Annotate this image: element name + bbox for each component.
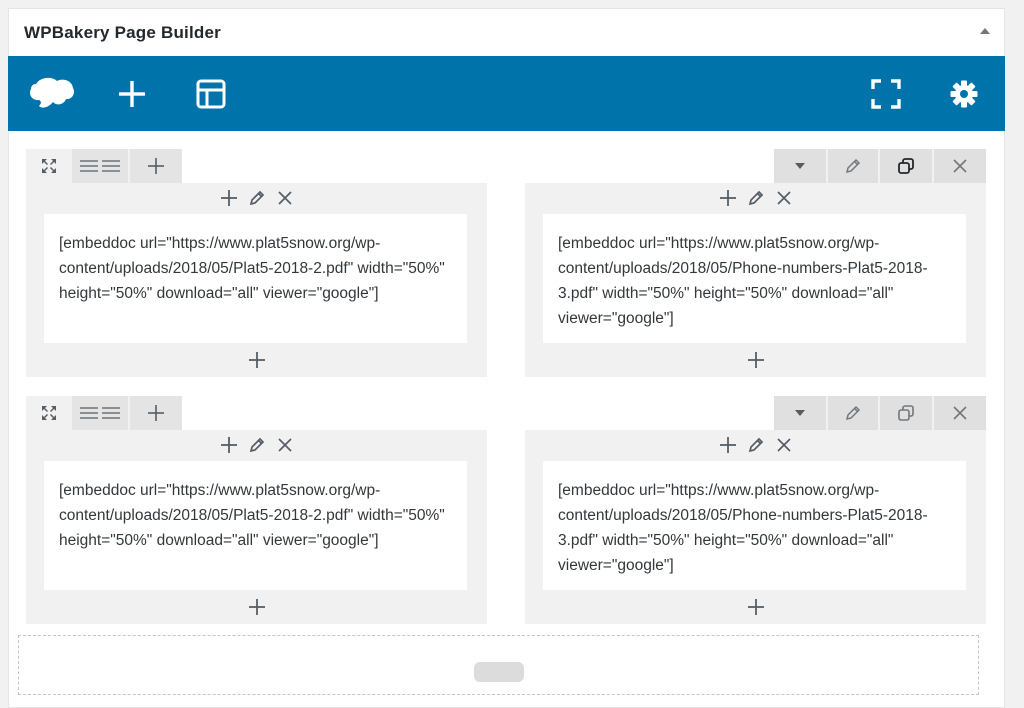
- add-element-icon[interactable]: [217, 433, 241, 457]
- embeddoc-shortcode-element[interactable]: [embeddoc url="https://www.plat5snow.org…: [543, 214, 966, 343]
- row-left-controls: [26, 396, 182, 430]
- row-delete-icon[interactable]: [934, 396, 986, 430]
- column-add-element: [525, 345, 986, 375]
- edit-pencil-icon[interactable]: [245, 186, 269, 210]
- templates-icon[interactable]: [191, 56, 231, 131]
- edit-pencil-icon[interactable]: [744, 186, 768, 210]
- column-add-element: [525, 592, 986, 622]
- edit-pencil-icon[interactable]: [245, 433, 269, 457]
- row-right-controls: [774, 149, 986, 183]
- edit-pencil-icon[interactable]: [744, 433, 768, 457]
- column-controls: [525, 183, 986, 213]
- column-1-2: [embeddoc url="https://www.plat5snow.org…: [525, 183, 986, 377]
- add-element-icon[interactable]: [245, 348, 269, 372]
- row-move-icon[interactable]: [26, 396, 72, 430]
- add-element-icon[interactable]: [112, 56, 152, 131]
- row-left-controls: [26, 149, 182, 183]
- column-controls: [26, 430, 487, 460]
- collapse-toggle-icon[interactable]: [980, 28, 990, 34]
- row-clone-icon[interactable]: [880, 396, 932, 430]
- add-element-icon[interactable]: [744, 348, 768, 372]
- row-layout-icon[interactable]: [72, 396, 128, 430]
- delete-icon[interactable]: [273, 433, 297, 457]
- row-move-icon[interactable]: [26, 149, 72, 183]
- row-toggle-chevron-icon[interactable]: [774, 396, 826, 430]
- add-element-icon[interactable]: [217, 186, 241, 210]
- embeddoc-shortcode-element[interactable]: [embeddoc url="https://www.plat5snow.org…: [543, 461, 966, 590]
- add-column-icon[interactable]: [130, 149, 182, 183]
- column-1-1: [embeddoc url="https://www.plat5snow.org…: [26, 183, 487, 377]
- row-toggle-chevron-icon[interactable]: [774, 149, 826, 183]
- row-clone-icon[interactable]: [880, 149, 932, 183]
- wpbakery-logo-icon[interactable]: [24, 56, 78, 131]
- settings-icon[interactable]: [944, 56, 984, 131]
- row-layout-icon[interactable]: [72, 149, 128, 183]
- delete-icon[interactable]: [273, 186, 297, 210]
- fullscreen-icon[interactable]: [866, 56, 906, 131]
- row-delete-icon[interactable]: [934, 149, 986, 183]
- row-edit-pencil-icon[interactable]: [828, 149, 878, 183]
- column-add-element: [26, 345, 487, 375]
- column-controls: [26, 183, 487, 213]
- add-element-icon[interactable]: [245, 595, 269, 619]
- add-row-handle[interactable]: [474, 662, 524, 682]
- embeddoc-shortcode-element[interactable]: [embeddoc url="https://www.plat5snow.org…: [44, 461, 467, 590]
- column-add-element: [26, 592, 487, 622]
- panel-title: WPBakery Page Builder: [24, 23, 221, 42]
- delete-icon[interactable]: [772, 186, 796, 210]
- add-new-row-zone[interactable]: [18, 635, 979, 695]
- panel-header: WPBakery Page Builder: [9, 9, 1004, 56]
- add-element-icon[interactable]: [716, 433, 740, 457]
- column-2-1: [embeddoc url="https://www.plat5snow.org…: [26, 430, 487, 624]
- row-edit-pencil-icon[interactable]: [828, 396, 878, 430]
- add-column-icon[interactable]: [130, 396, 182, 430]
- delete-icon[interactable]: [772, 433, 796, 457]
- row-right-controls: [774, 396, 986, 430]
- embeddoc-shortcode-element[interactable]: [embeddoc url="https://www.plat5snow.org…: [44, 214, 467, 343]
- column-controls: [525, 430, 986, 460]
- add-element-icon[interactable]: [716, 186, 740, 210]
- column-2-2: [embeddoc url="https://www.plat5snow.org…: [525, 430, 986, 624]
- builder-toolbar: [8, 56, 1005, 131]
- add-element-icon[interactable]: [744, 595, 768, 619]
